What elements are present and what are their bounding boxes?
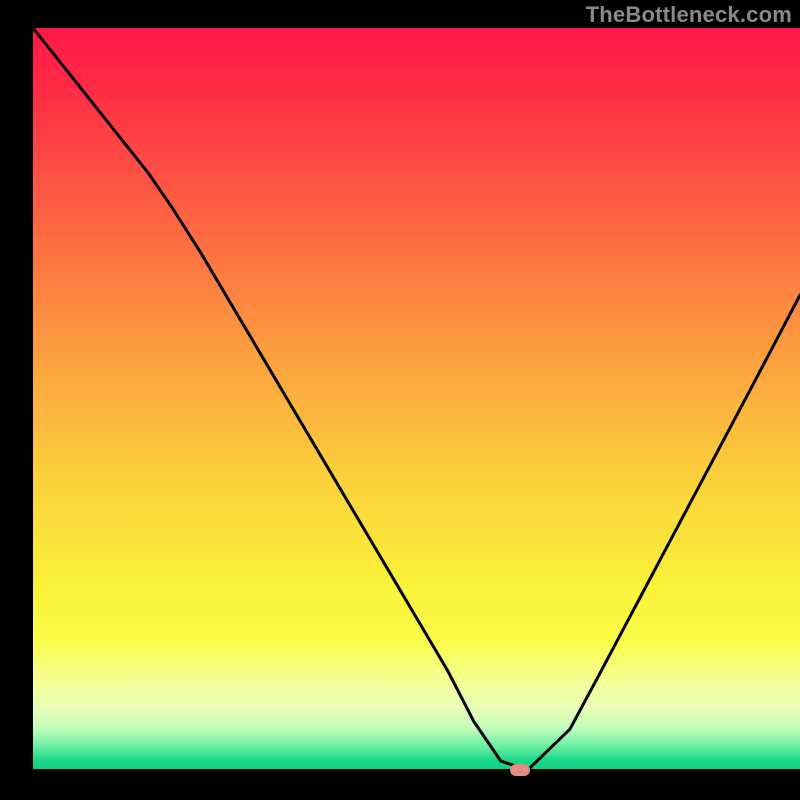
optimal-point-marker [510,764,530,776]
chart-frame: TheBottleneck.com [0,0,800,800]
bottleneck-chart [0,0,800,800]
plot-background [33,28,800,770]
